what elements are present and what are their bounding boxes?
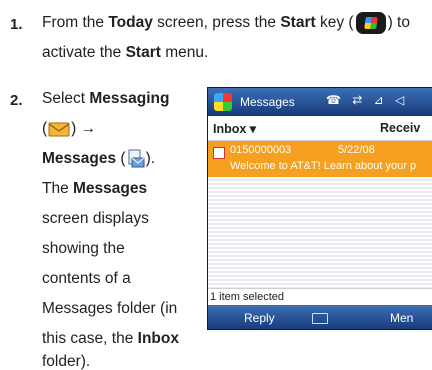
windows-start-icon[interactable]	[214, 93, 232, 111]
status-icons: ☎ ⇄ ⊿ ◁	[326, 93, 409, 107]
list-item[interactable]: 0150000003 5/22/08 Welcome to AT&T! Lear…	[208, 141, 432, 177]
menu-softkey[interactable]: Men	[390, 311, 413, 325]
softkey-bar: Reply Men	[208, 305, 432, 329]
keyboard-icon[interactable]	[312, 313, 328, 324]
message-date: 5/22/08	[338, 144, 375, 156]
sort-column-received[interactable]: Receiv	[380, 121, 420, 135]
inbox-label: Inbox	[137, 330, 179, 347]
today-label: Today	[108, 14, 153, 31]
app-title: Messages	[240, 95, 295, 109]
phone-screenshot: Messages ☎ ⇄ ⊿ ◁ Inbox ▾ Receiv 01500000…	[207, 87, 432, 330]
step-number: 1.	[10, 16, 23, 33]
folder-bar: Inbox ▾ Receiv	[208, 116, 432, 141]
step-1-line-2: activate the Start menu.	[42, 44, 209, 61]
message-list: 0150000003 5/22/08 Welcome to AT&T! Lear…	[208, 141, 432, 288]
selection-status: 1 item selected	[208, 288, 432, 305]
step-1-line-1: From the Today screen, press the Start k…	[42, 8, 410, 38]
reply-softkey[interactable]: Reply	[244, 311, 275, 325]
folder-dropdown[interactable]: Inbox ▾	[213, 121, 256, 136]
start-label: Start	[280, 14, 316, 31]
start-key-icon	[355, 11, 386, 34]
messages-label: Messages	[42, 150, 117, 167]
envelope-icon	[48, 121, 70, 137]
unread-envelope-icon	[213, 147, 225, 159]
messages-app-icon	[127, 149, 145, 169]
step-number: 2.	[10, 92, 23, 109]
message-preview: Welcome to AT&T! Learn about your p	[230, 160, 417, 172]
messaging-label: Messaging	[89, 90, 170, 107]
message-from: 0150000003	[230, 144, 292, 156]
title-bar: Messages ☎ ⇄ ⊿ ◁	[208, 88, 432, 116]
